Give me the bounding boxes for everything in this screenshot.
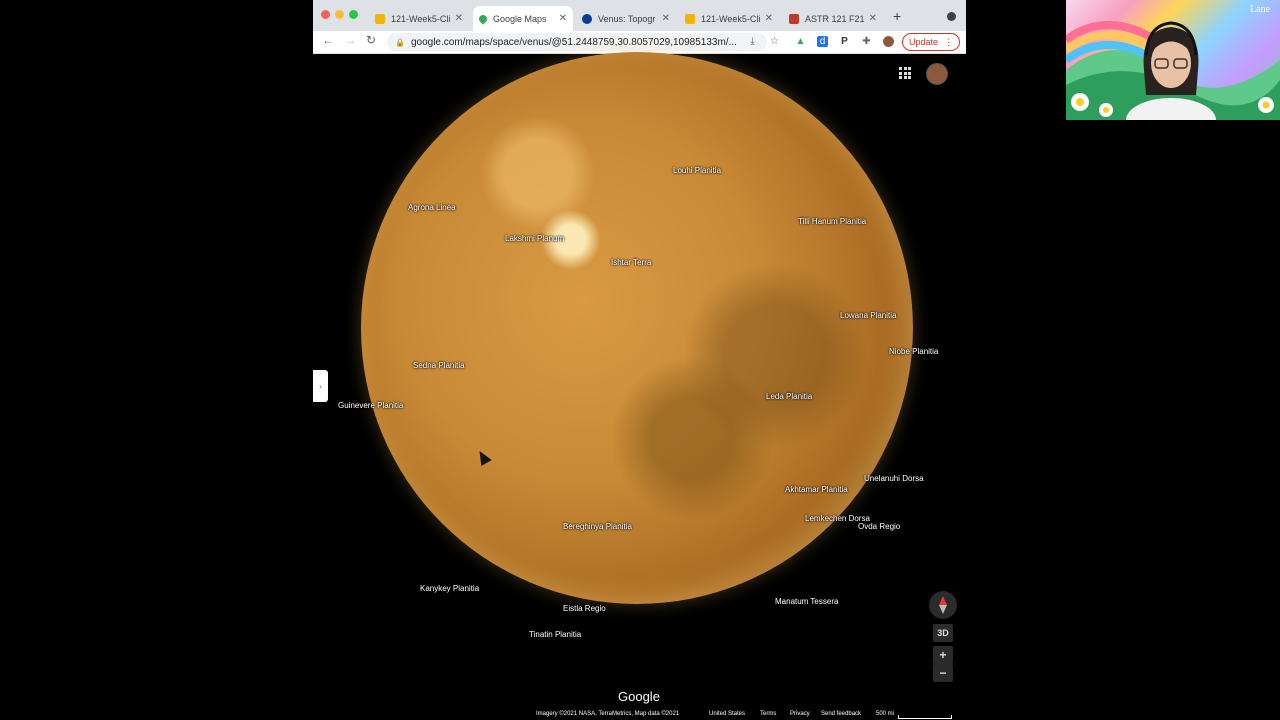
url-text: google.com/maps/space/venus/@51.2448759,…: [410, 36, 737, 48]
maps-pin-icon: [477, 12, 489, 25]
close-window-button[interactable]: [321, 10, 330, 19]
extension-d-icon[interactable]: d: [817, 36, 828, 47]
drive-icon[interactable]: ▲: [795, 36, 806, 47]
more-menu-icon: ⋮: [944, 36, 954, 47]
tab-astr-course[interactable]: ASTR 121 F21 ✕: [783, 6, 883, 31]
map-label[interactable]: Leda Planitia: [766, 392, 812, 401]
map-label[interactable]: Ishtar Terra: [611, 258, 651, 267]
tab-label: 121-Week5-Cli: [701, 13, 761, 24]
map-label[interactable]: Tinatin Planitia: [529, 630, 581, 639]
minimize-window-button[interactable]: [335, 10, 344, 19]
map-label[interactable]: Louhi Planitia: [673, 166, 721, 175]
slides-icon: [375, 13, 385, 24]
close-icon[interactable]: ✕: [559, 13, 567, 24]
close-icon[interactable]: ✕: [455, 13, 463, 24]
new-tab-button[interactable]: +: [893, 8, 901, 24]
privacy-link[interactable]: Privacy: [790, 711, 810, 717]
browser-toolbar: ← → ↻ 🔒 google.com/maps/space/venus/@51.…: [313, 31, 966, 54]
map-label[interactable]: Eistla Regio: [563, 604, 606, 613]
tab-bar: 121-Week5-Cli ✕ Google Maps ✕ Venus: Top…: [313, 0, 966, 31]
compass-needle-icon: [939, 596, 947, 614]
scale-bar: [898, 715, 952, 719]
lock-icon: 🔒: [395, 37, 405, 47]
country-link[interactable]: United States: [709, 711, 745, 717]
course-icon: [789, 13, 799, 24]
map-label[interactable]: Ovda Regio: [858, 522, 900, 531]
zoom-out-button[interactable]: −: [933, 664, 953, 682]
extensions-puzzle-icon[interactable]: ✚: [861, 36, 872, 47]
account-avatar[interactable]: [926, 63, 948, 85]
collapse-side-panel-button[interactable]: ›: [313, 370, 328, 402]
address-bar[interactable]: 🔒 google.com/maps/space/venus/@51.244875…: [387, 33, 767, 51]
reload-icon[interactable]: ↻: [366, 33, 376, 47]
map-label[interactable]: Niobe Planitia: [889, 347, 938, 356]
map-label[interactable]: Akhtamar Planitia: [785, 485, 848, 494]
nasa-icon: [582, 13, 592, 24]
update-label: Update: [909, 37, 939, 47]
install-icon[interactable]: ⤓: [747, 36, 758, 47]
update-button[interactable]: Update ⋮: [902, 33, 961, 51]
map-label[interactable]: Lowana Planitia: [840, 311, 896, 320]
close-icon[interactable]: ✕: [765, 13, 773, 24]
map-label[interactable]: Agrona Linea: [408, 203, 456, 212]
tab-label: ASTR 121 F21: [805, 13, 865, 24]
back-icon[interactable]: ←: [322, 33, 334, 47]
tab-label: Google Maps: [493, 13, 547, 24]
extension-p-icon[interactable]: P: [839, 36, 850, 47]
map-label[interactable]: Tilli Hanum Planitia: [798, 217, 866, 226]
map-label[interactable]: Sedna Planitia: [413, 361, 465, 370]
google-logo: Google: [618, 689, 660, 704]
tab-search-icon[interactable]: [947, 12, 956, 21]
webcam-video: Lane: [1066, 0, 1280, 120]
tab-venus-topography[interactable]: Venus: Topogr ✕: [576, 6, 676, 31]
map-label[interactable]: Lakshmi Planum: [505, 234, 564, 243]
browser-window: 121-Week5-Cli ✕ Google Maps ✕ Venus: Top…: [313, 0, 966, 720]
tab-label: Venus: Topogr: [598, 13, 656, 24]
maximize-window-button[interactable]: [349, 10, 358, 19]
tab-label: 121-Week5-Cli: [391, 13, 451, 24]
map-label[interactable]: Unelanuhi Dorsa: [864, 474, 924, 483]
profile-avatar[interactable]: [883, 36, 894, 47]
scale-label: 500 mi: [876, 711, 895, 717]
forward-icon[interactable]: →: [344, 33, 356, 47]
terms-link[interactable]: Terms: [760, 711, 776, 717]
close-icon[interactable]: ✕: [869, 13, 877, 24]
lane-college-logo: Lane: [1250, 4, 1270, 15]
toggle-3d-button[interactable]: 3D: [933, 624, 953, 642]
slides-icon: [685, 13, 695, 24]
imagery-credit: Imagery ©2021 NASA, TerraMetrics, Map da…: [536, 711, 680, 717]
compass-button[interactable]: [929, 591, 957, 619]
tab-slides-1[interactable]: 121-Week5-Cli ✕: [369, 6, 469, 31]
chevron-right-icon: ›: [319, 381, 322, 391]
close-icon[interactable]: ✕: [662, 13, 670, 24]
map-label[interactable]: Guinevere Planitia: [338, 401, 403, 410]
zoom-in-button[interactable]: +: [933, 646, 953, 664]
bookmark-star-icon[interactable]: ☆: [769, 36, 780, 47]
tab-google-maps[interactable]: Google Maps ✕: [473, 6, 573, 31]
map-label[interactable]: Kanykey Planitia: [420, 584, 479, 593]
apps-grid-icon[interactable]: [899, 67, 911, 79]
map-label[interactable]: Bereghinya Planitia: [563, 522, 632, 531]
presenter-figure: [1126, 21, 1216, 120]
tab-slides-2[interactable]: 121-Week5-Cli ✕: [679, 6, 779, 31]
map-label[interactable]: Manatum Tessera: [775, 597, 838, 606]
send-feedback-link[interactable]: Send feedback: [821, 711, 861, 717]
